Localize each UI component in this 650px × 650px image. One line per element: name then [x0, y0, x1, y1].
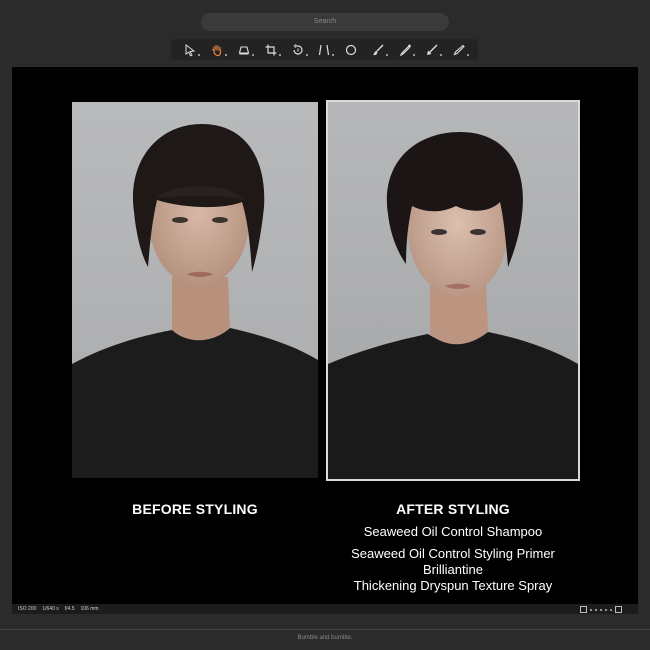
- dot-icon: [605, 608, 607, 611]
- rotate-tool[interactable]: [286, 41, 310, 59]
- rotate-icon: [293, 43, 303, 55]
- dot-icon: [595, 608, 597, 611]
- exif-status-bar: ISO 200 1/640 s f/4.5 106 mm: [12, 604, 638, 614]
- view-controls[interactable]: [580, 606, 622, 613]
- crop-tool[interactable]: [259, 41, 283, 59]
- image-canvas[interactable]: BEFORE STYLING AFTER STYLING Seaweed Oil…: [12, 67, 638, 604]
- frame-icon[interactable]: [580, 606, 587, 613]
- hand-pan-icon: [212, 44, 222, 56]
- bucket-icon: [238, 45, 250, 54]
- dot-icon: [590, 608, 592, 611]
- grid-icon[interactable]: [615, 606, 622, 613]
- arrow-pen-icon: [426, 44, 438, 55]
- eyedropper-tool[interactable]: [393, 41, 417, 59]
- brush-tool[interactable]: [366, 41, 390, 59]
- keystone-icon: [319, 44, 330, 55]
- before-caption: BEFORE STYLING: [132, 501, 258, 517]
- product-item: Seaweed Oil Control Shampoo: [363, 524, 543, 539]
- product-item: Seaweed Oil Control Styling Primer: [351, 546, 555, 561]
- bucket-tool[interactable]: [232, 41, 256, 59]
- search-input[interactable]: Search: [201, 13, 449, 31]
- pen-icon: [453, 44, 465, 55]
- arrow-pen-tool[interactable]: [420, 41, 444, 59]
- dot-icon: [610, 608, 612, 611]
- aperture-value: f/4.5: [64, 606, 75, 612]
- image-caption: Bumble and bumble.: [297, 635, 353, 641]
- before-photo: [72, 102, 318, 478]
- product-list: Seaweed Oil Control Shampoo Seaweed Oil …: [326, 524, 580, 594]
- eyedropper-icon: [399, 44, 411, 56]
- tool-bar: [171, 39, 478, 60]
- pan-tool[interactable]: [205, 41, 229, 59]
- ellipse-tool[interactable]: [339, 41, 363, 59]
- product-item: Thickening Dryspun Texture Spray: [353, 578, 553, 593]
- product-item: Brilliantine: [423, 562, 483, 577]
- cursor-icon: [185, 43, 196, 56]
- cursor-tool[interactable]: [178, 41, 202, 59]
- dot-icon: [600, 608, 602, 611]
- after-photo: [326, 100, 580, 481]
- iso-value: ISO 200: [18, 606, 37, 612]
- keystone-tool[interactable]: [312, 41, 336, 59]
- shutter-value: 1/640 s: [42, 606, 59, 612]
- divider: [0, 629, 650, 630]
- ellipse-icon: [346, 44, 357, 55]
- focal-length-value: 106 mm: [80, 606, 99, 612]
- pen-tool[interactable]: [447, 41, 471, 59]
- crop-icon: [265, 44, 277, 55]
- brush-icon: [373, 44, 384, 55]
- after-caption: AFTER STYLING: [396, 501, 510, 517]
